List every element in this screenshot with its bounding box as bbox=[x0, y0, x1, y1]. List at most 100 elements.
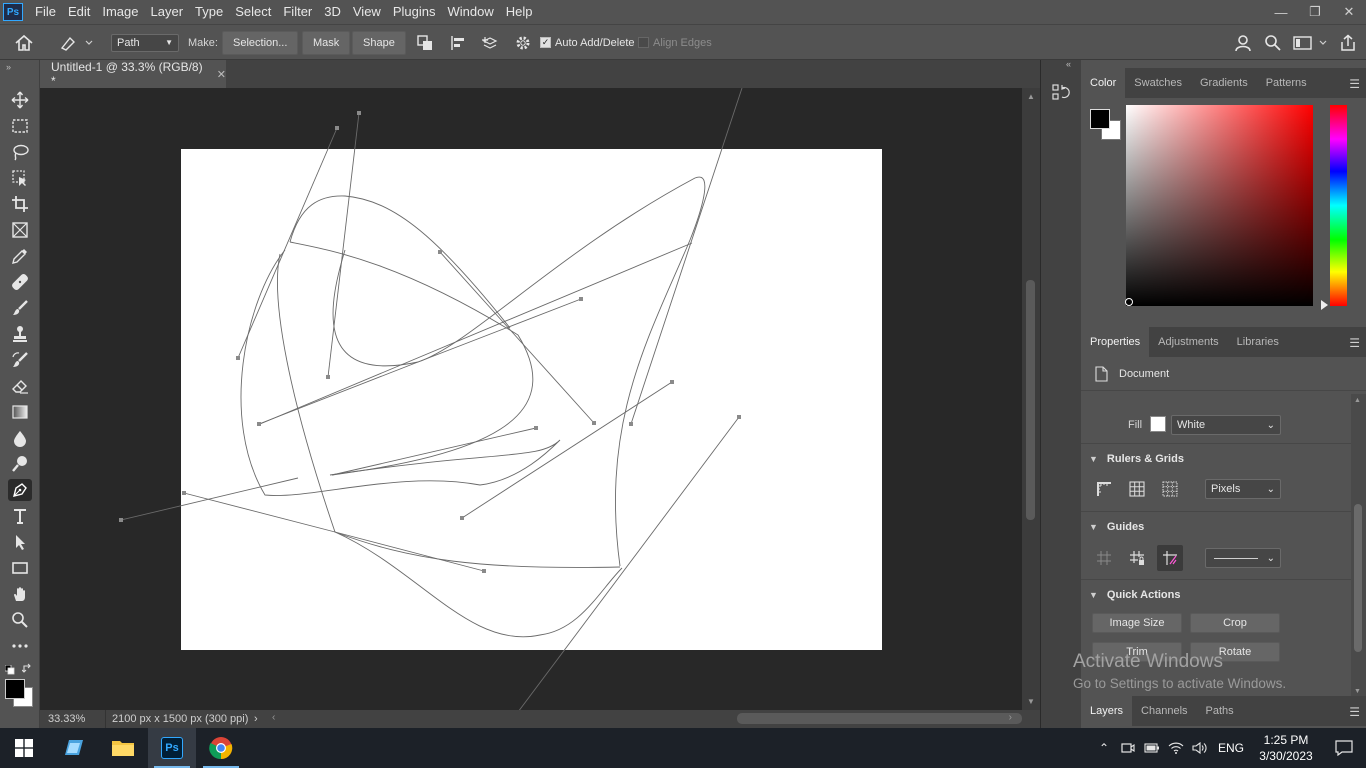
grid-icon[interactable] bbox=[1124, 476, 1150, 502]
image-size-button[interactable]: Image Size bbox=[1092, 613, 1182, 633]
wifi-icon[interactable] bbox=[1164, 728, 1188, 768]
tab-paths[interactable]: Paths bbox=[1197, 696, 1243, 726]
rectangle-tool-icon[interactable] bbox=[8, 557, 32, 579]
guides-header[interactable]: ▼ Guides bbox=[1081, 516, 1349, 538]
make-shape-button[interactable]: Shape bbox=[352, 30, 406, 55]
scroll-up-icon[interactable]: ▲ bbox=[1354, 397, 1361, 404]
swap-colors-icon[interactable] bbox=[21, 663, 33, 677]
properties-scroll-thumb[interactable] bbox=[1354, 504, 1362, 652]
tab-swatches[interactable]: Swatches bbox=[1125, 68, 1191, 98]
history-brush-tool-icon[interactable] bbox=[8, 349, 32, 371]
fill-select[interactable]: White ⌄ bbox=[1171, 415, 1281, 435]
rulers-grids-header[interactable]: ▼ Rulers & Grids bbox=[1081, 448, 1349, 470]
tab-color[interactable]: Color bbox=[1081, 68, 1126, 98]
guide-style-select[interactable]: ⌄ bbox=[1205, 548, 1281, 568]
brush-tool-icon[interactable] bbox=[8, 297, 32, 319]
path-selection-tool-icon[interactable] bbox=[8, 531, 32, 553]
restore-button[interactable]: ❐ bbox=[1298, 0, 1332, 24]
menu-filter[interactable]: Filter bbox=[277, 0, 318, 24]
menu-view[interactable]: View bbox=[347, 0, 387, 24]
menu-type[interactable]: Type bbox=[189, 0, 229, 24]
path-arrangement-icon[interactable] bbox=[480, 25, 502, 60]
menu-3d[interactable]: 3D bbox=[318, 0, 347, 24]
clone-stamp-tool-icon[interactable] bbox=[8, 323, 32, 345]
taskbar-app-control-panel[interactable] bbox=[50, 728, 98, 768]
properties-panel-menu-icon[interactable]: ☰ bbox=[1349, 336, 1360, 350]
tab-adjustments[interactable]: Adjustments bbox=[1149, 327, 1228, 357]
pen-tool-icon[interactable] bbox=[8, 479, 32, 501]
scroll-down-icon[interactable]: ▼ bbox=[1027, 697, 1035, 706]
color-picker-cursor[interactable] bbox=[1125, 298, 1133, 306]
clock[interactable]: 1:25 PM 3/30/2023 bbox=[1250, 732, 1322, 764]
scroll-left-icon[interactable]: ‹ bbox=[272, 712, 275, 723]
battery-icon[interactable] bbox=[1140, 728, 1164, 768]
panel-foreground-swatch[interactable] bbox=[1090, 109, 1110, 129]
taskbar-app-photoshop[interactable]: Ps bbox=[148, 728, 196, 768]
ruler-units-select[interactable]: Pixels ⌄ bbox=[1205, 479, 1281, 499]
pen-tool-preset-icon[interactable] bbox=[58, 25, 94, 60]
share-user-icon[interactable] bbox=[1234, 25, 1254, 60]
tab-libraries[interactable]: Libraries bbox=[1228, 327, 1288, 357]
move-tool-icon[interactable] bbox=[8, 89, 32, 111]
menu-select[interactable]: Select bbox=[229, 0, 277, 24]
canvas-workspace[interactable] bbox=[40, 88, 1022, 710]
fill-color-swatch[interactable] bbox=[1150, 416, 1166, 432]
search-icon[interactable] bbox=[1264, 25, 1282, 60]
hue-slider[interactable] bbox=[1330, 105, 1347, 306]
minimize-button[interactable]: — bbox=[1264, 0, 1298, 24]
collapse-toolbar-icon[interactable]: » bbox=[6, 62, 11, 72]
tool-mode-select[interactable]: Path ▼ bbox=[111, 33, 179, 52]
foreground-color-swatch[interactable] bbox=[5, 679, 25, 699]
smart-guides-icon[interactable] bbox=[1157, 545, 1183, 571]
object-selection-tool-icon[interactable] bbox=[8, 167, 32, 189]
workspace-switcher-icon[interactable] bbox=[1293, 25, 1331, 60]
pen-paths-overlay[interactable] bbox=[40, 88, 1022, 710]
default-colors-icon[interactable] bbox=[4, 664, 15, 678]
menu-window[interactable]: Window bbox=[441, 0, 499, 24]
pixel-grid-icon[interactable] bbox=[1157, 476, 1183, 502]
gradient-tool-icon[interactable] bbox=[8, 401, 32, 423]
menu-image[interactable]: Image bbox=[96, 0, 144, 24]
blur-tool-icon[interactable] bbox=[8, 427, 32, 449]
path-operations-icon[interactable] bbox=[416, 25, 434, 60]
start-button[interactable] bbox=[0, 728, 48, 768]
menu-plugins[interactable]: Plugins bbox=[387, 0, 442, 24]
taskbar-app-chrome[interactable] bbox=[197, 728, 245, 768]
close-document-icon[interactable]: ✕ bbox=[217, 68, 226, 81]
volume-icon[interactable] bbox=[1188, 728, 1212, 768]
dodge-tool-icon[interactable] bbox=[8, 453, 32, 475]
tab-gradients[interactable]: Gradients bbox=[1191, 68, 1257, 98]
scroll-up-icon[interactable]: ▲ bbox=[1027, 92, 1035, 101]
document-tab[interactable]: Untitled-1 @ 33.3% (RGB/8) * ✕ bbox=[40, 60, 226, 88]
language-indicator[interactable]: ENG bbox=[1212, 741, 1250, 755]
vertical-scrollbar[interactable]: ▲ ▼ bbox=[1022, 88, 1040, 710]
tab-patterns[interactable]: Patterns bbox=[1257, 68, 1316, 98]
type-tool-icon[interactable] bbox=[8, 505, 32, 527]
vertical-scroll-thumb[interactable] bbox=[1026, 280, 1035, 520]
tray-overflow-icon[interactable]: ⌃ bbox=[1092, 728, 1116, 768]
align-edges-checkbox[interactable]: Align Edges bbox=[638, 25, 712, 60]
lock-guides-icon[interactable] bbox=[1124, 545, 1150, 571]
status-menu-arrow-icon[interactable]: › bbox=[254, 713, 268, 725]
healing-brush-tool-icon[interactable] bbox=[8, 271, 32, 293]
menu-edit[interactable]: Edit bbox=[62, 0, 96, 24]
gear-icon[interactable] bbox=[515, 25, 531, 60]
taskbar-app-file-explorer[interactable] bbox=[99, 728, 147, 768]
tab-channels[interactable]: Channels bbox=[1132, 696, 1196, 726]
eyedropper-tool-icon[interactable] bbox=[8, 245, 32, 267]
tab-properties[interactable]: Properties bbox=[1081, 327, 1150, 357]
quick-actions-header[interactable]: ▼ Quick Actions bbox=[1081, 584, 1349, 606]
marquee-tool-icon[interactable] bbox=[8, 115, 32, 137]
hue-slider-handle[interactable] bbox=[1321, 300, 1328, 310]
zoom-level[interactable]: 33.33% bbox=[40, 710, 106, 728]
hand-tool-icon[interactable] bbox=[8, 583, 32, 605]
color-picker-field[interactable] bbox=[1126, 105, 1313, 306]
history-panel-icon[interactable] bbox=[1051, 82, 1071, 105]
layers-panel-menu-icon[interactable]: ☰ bbox=[1349, 705, 1360, 719]
menu-layer[interactable]: Layer bbox=[145, 0, 190, 24]
zoom-tool-icon[interactable] bbox=[8, 609, 32, 631]
tab-layers[interactable]: Layers bbox=[1081, 696, 1133, 726]
make-mask-button[interactable]: Mask bbox=[302, 30, 351, 55]
home-icon[interactable] bbox=[14, 25, 34, 60]
make-selection-button[interactable]: Selection... bbox=[222, 30, 299, 55]
